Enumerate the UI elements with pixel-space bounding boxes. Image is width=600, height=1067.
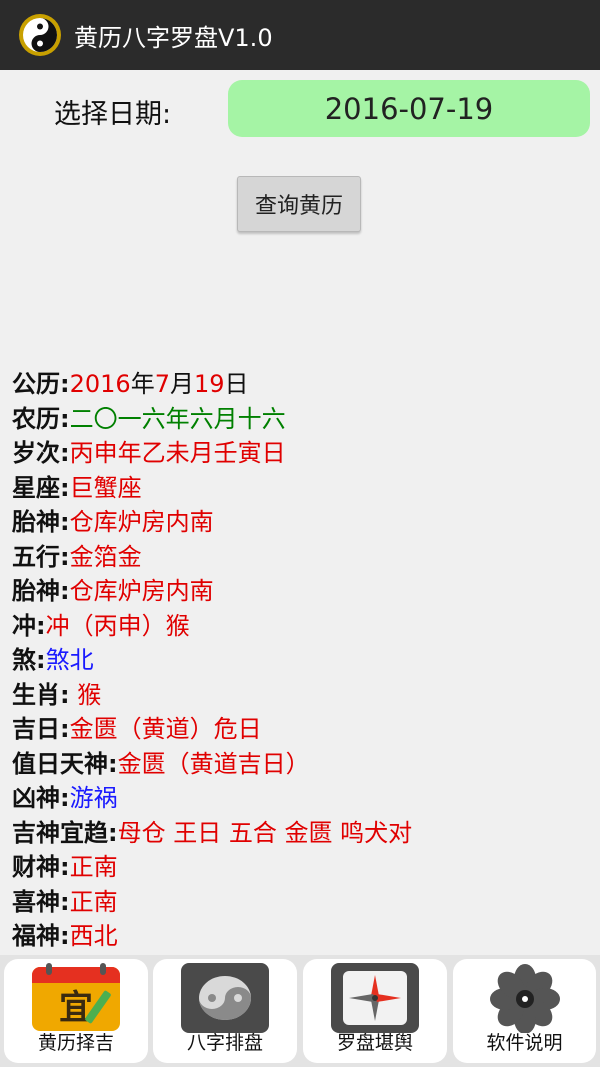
yin-yang-tile-icon <box>179 963 271 1033</box>
title-bar: 黄历八字罗盘V1.0 <box>0 0 600 70</box>
info-key: 财神: <box>12 853 70 881</box>
tab-label: 罗盘堪舆 <box>336 1032 413 1054</box>
info-row-gongli: 公历:2016年7月19日 <box>12 367 592 402</box>
tab-label: 软件说明 <box>486 1032 563 1054</box>
info-row-nongli: 农历:二〇一六年六月十六 <box>12 402 592 437</box>
info-key: 胎神: <box>12 508 70 536</box>
info-value: 金匮（黄道吉日） <box>117 749 310 778</box>
info-key: 公历: <box>12 370 70 398</box>
compass-icon <box>329 963 421 1033</box>
gongli-year: 2016 <box>69 370 131 398</box>
info-key: 五行: <box>12 542 70 571</box>
tab-luopan[interactable]: 罗盘堪舆 <box>303 959 447 1063</box>
info-value: 猴 <box>69 680 102 709</box>
bottom-tab-bar: 宜 黄历择吉 八字排盘 罗盘堪舆 软件说明 <box>0 955 600 1067</box>
info-value: 西北 <box>69 922 118 950</box>
info-row-suici: 岁次:丙申年乙未月壬寅日 <box>12 436 592 471</box>
app-title: 黄历八字罗盘V1.0 <box>74 23 273 52</box>
info-row-wuxing: 五行:金箔金 <box>12 540 592 575</box>
info-row-shengxiao: 生肖: 猴 <box>12 678 592 713</box>
tab-bazi[interactable]: 八字排盘 <box>153 959 297 1063</box>
info-row-fushen: 福神:西北 <box>12 919 592 954</box>
info-row-sha: 煞:煞北 <box>12 643 592 678</box>
info-value: 丙申年乙未月壬寅日 <box>69 439 286 467</box>
info-key: 农历: <box>12 404 70 433</box>
info-key: 凶神: <box>12 784 70 812</box>
calendar-icon: 宜 <box>30 963 122 1033</box>
info-value: 正南 <box>69 887 118 916</box>
info-value: 金箔金 <box>69 542 142 571</box>
tab-label: 八字排盘 <box>186 1032 263 1054</box>
info-value: 金匮（黄道）危日 <box>69 715 262 743</box>
tab-about[interactable]: 软件说明 <box>453 959 596 1063</box>
info-value: 巨蟹座 <box>69 473 142 502</box>
info-key: 福神: <box>12 922 70 950</box>
info-row-taishen: 胎神:仓库炉房内南 <box>12 505 592 540</box>
tab-huangli[interactable]: 宜 黄历择吉 <box>4 959 148 1063</box>
gongli-day-unit: 日 <box>224 370 249 398</box>
tab-label: 黄历择吉 <box>37 1032 114 1054</box>
info-value: 正南 <box>69 853 118 881</box>
info-row-caishen: 财神:正南 <box>12 850 592 885</box>
almanac-info-list: 公历:2016年7月19日 农历:二〇一六年六月十六 岁次:丙申年乙未月壬寅日 … <box>12 367 592 954</box>
info-row-xishen: 喜神:正南 <box>12 885 592 920</box>
info-value: 二〇一六年六月十六 <box>69 404 286 433</box>
info-value: 母仓 王日 五合 金匮 鸣犬对 <box>117 818 413 847</box>
info-key: 生肖: <box>12 680 70 709</box>
calendar-icon-text: 宜 <box>59 988 93 1028</box>
info-key: 吉日: <box>12 715 70 743</box>
info-key: 喜神: <box>12 887 70 916</box>
yin-yang-icon <box>19 14 61 56</box>
info-value: 冲（丙申）猴 <box>45 611 190 640</box>
info-value: 仓库炉房内南 <box>69 577 214 605</box>
info-key: 冲: <box>12 611 46 640</box>
flower-icon <box>479 963 571 1034</box>
info-key: 吉神宜趋: <box>12 818 118 847</box>
info-row-chong: 冲:冲（丙申）猴 <box>12 609 592 644</box>
date-picker-button[interactable]: 2016-07-19 <box>228 80 590 137</box>
info-row-xiongshen: 凶神:游祸 <box>12 781 592 816</box>
info-key: 星座: <box>12 473 70 502</box>
info-row-taishen-2: 胎神:仓库炉房内南 <box>12 574 592 609</box>
info-row-jiri: 吉日:金匮（黄道）危日 <box>12 712 592 747</box>
query-almanac-button[interactable]: 查询黄历 <box>237 176 361 232</box>
info-row-zhiri: 值日天神:金匮（黄道吉日） <box>12 747 592 782</box>
info-key: 岁次: <box>12 439 70 467</box>
date-label: 选择日期: <box>54 99 172 130</box>
info-value: 仓库炉房内南 <box>69 508 214 536</box>
gongli-month: 7 <box>154 370 170 398</box>
info-key: 胎神: <box>12 577 70 605</box>
gongli-day: 19 <box>193 370 225 398</box>
gongli-month-unit: 月 <box>169 370 194 398</box>
info-row-xingzuo: 星座:巨蟹座 <box>12 471 592 506</box>
info-row-jishen: 吉神宜趋:母仓 王日 五合 金匮 鸣犬对 <box>12 816 592 851</box>
info-value: 煞北 <box>45 646 94 674</box>
info-value: 游祸 <box>69 784 118 812</box>
info-key: 值日天神: <box>12 749 118 778</box>
info-key: 煞: <box>12 646 46 674</box>
gongli-year-unit: 年 <box>130 370 155 398</box>
